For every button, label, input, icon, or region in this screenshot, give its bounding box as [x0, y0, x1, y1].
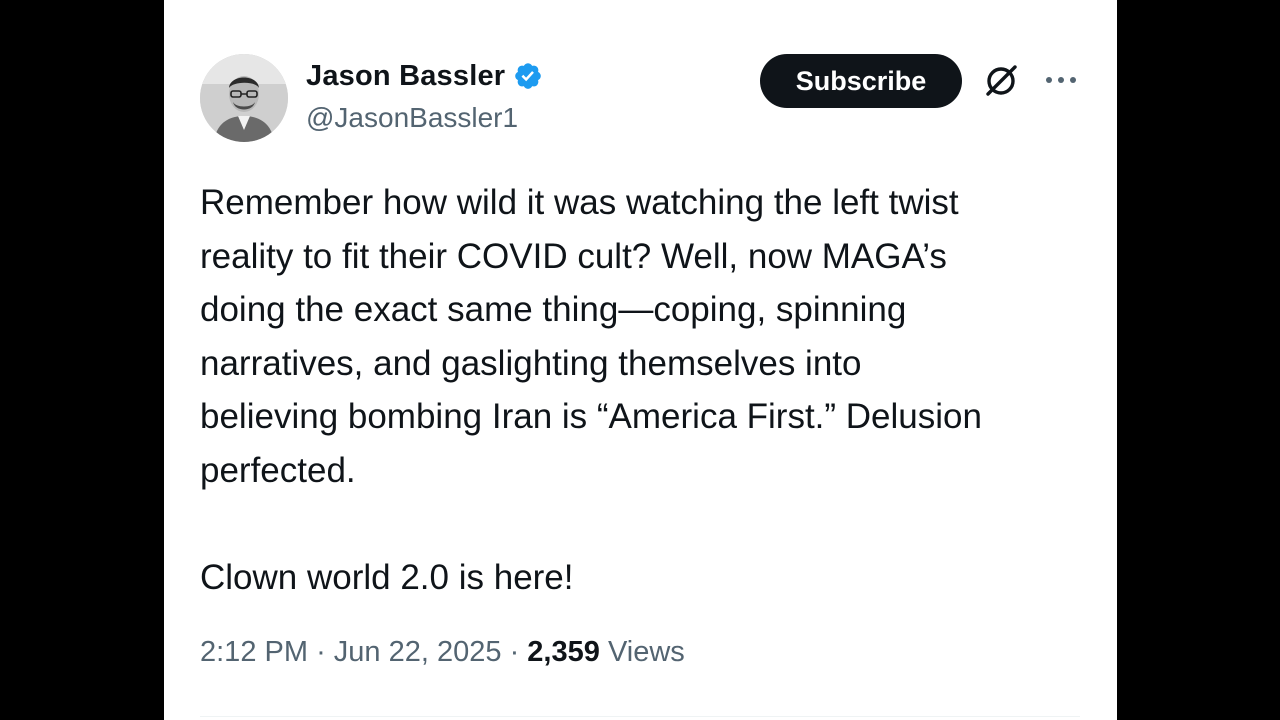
tweet-text-line: narratives, and gaslighting themselves i… [200, 343, 862, 383]
author-name-row: Jason Bassler [306, 56, 543, 96]
tweet-text-line: Remember how wild it was watching the le… [200, 183, 959, 222]
paragraph-break [200, 497, 1080, 551]
views-label: Views [607, 636, 685, 668]
views-count: 2,359 [527, 636, 600, 668]
avatar[interactable] [200, 54, 288, 142]
subscribe-button[interactable]: Subscribe [760, 54, 962, 108]
tweet-text-line: reality to fit their COVID cult? Well, n… [200, 236, 947, 276]
meta-separator: · [509, 636, 520, 668]
tweet-text-line: perfected. [200, 450, 356, 490]
author-handle[interactable]: @JasonBassler1 [306, 102, 518, 134]
divider [200, 716, 1080, 717]
more-options-icon[interactable] [1044, 70, 1078, 90]
meta-separator: · [316, 636, 326, 668]
author-display-name[interactable]: Jason Bassler [306, 60, 505, 93]
tweet-text: Remember how wild it was watching the le… [200, 176, 1080, 604]
tweet-date[interactable]: Jun 22, 2025 [334, 636, 502, 668]
tweet-closing-line: Clown world 2.0 is here! [200, 557, 574, 597]
video-frame: Jason Bassler @JasonBassler1 Subscribe R… [0, 0, 1280, 720]
tweet-text-line: doing the exact same thing—coping, spinn… [200, 290, 907, 329]
tweet-metadata: 2:12 PM · Jun 22, 2025 · 2,359 Views [200, 636, 685, 669]
verified-badge-icon [515, 63, 542, 89]
grok-icon[interactable] [982, 62, 1020, 100]
tweet-time[interactable]: 2:12 PM [200, 636, 308, 668]
tweet-text-line: believing bombing Iran is “America First… [200, 397, 982, 436]
tweet-card: Jason Bassler @JasonBassler1 Subscribe R… [164, 0, 1117, 720]
